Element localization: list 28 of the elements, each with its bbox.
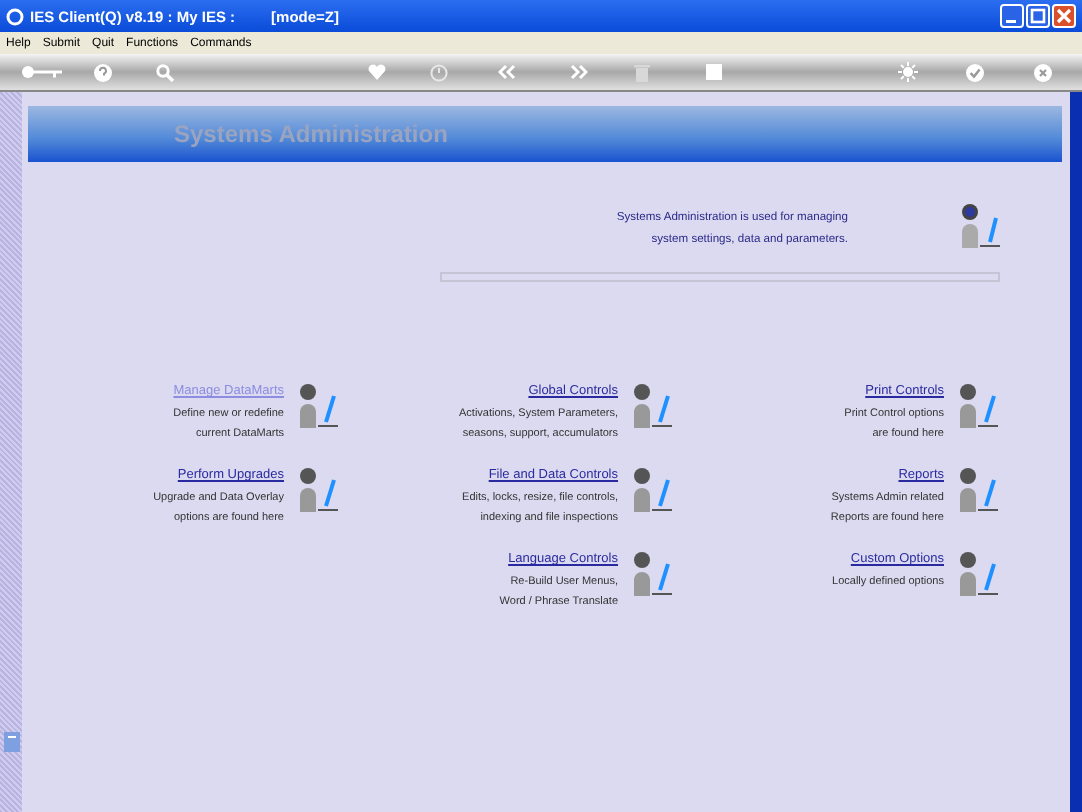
double-right-arrow-icon[interactable]: [570, 64, 588, 80]
close-icon: [1056, 8, 1072, 24]
close-button[interactable]: [1052, 4, 1076, 28]
maximize-icon: [1030, 8, 1046, 24]
maximize-button[interactable]: [1026, 4, 1050, 28]
panel-icon[interactable]: [3, 732, 19, 752]
app-icon: [6, 7, 24, 25]
person-writing-icon: [630, 466, 674, 514]
page-title: Systems Administration: [174, 120, 448, 148]
person-writing-icon: [296, 382, 340, 430]
search-icon[interactable]: [156, 63, 174, 81]
double-left-arrow-icon[interactable]: [498, 64, 516, 80]
person-writing-icon: [630, 382, 674, 430]
key-icon[interactable]: [20, 64, 64, 80]
sun-icon[interactable]: [898, 62, 918, 82]
person-writing-icon: [630, 550, 674, 598]
person-writing-icon: [956, 382, 1000, 430]
check-icon[interactable]: [966, 63, 984, 81]
person-writing-icon: [296, 466, 340, 514]
close-icon[interactable]: [1034, 63, 1052, 81]
help-icon[interactable]: [94, 63, 112, 81]
heart-icon[interactable]: [368, 64, 386, 80]
minimize-button[interactable]: [1000, 4, 1024, 28]
person-writing-icon: [956, 466, 1000, 514]
clock-icon[interactable]: [430, 63, 448, 81]
trash-icon[interactable]: [634, 63, 650, 81]
person-writing-icon: [956, 550, 1000, 598]
person-writing-icon: [958, 202, 1002, 250]
